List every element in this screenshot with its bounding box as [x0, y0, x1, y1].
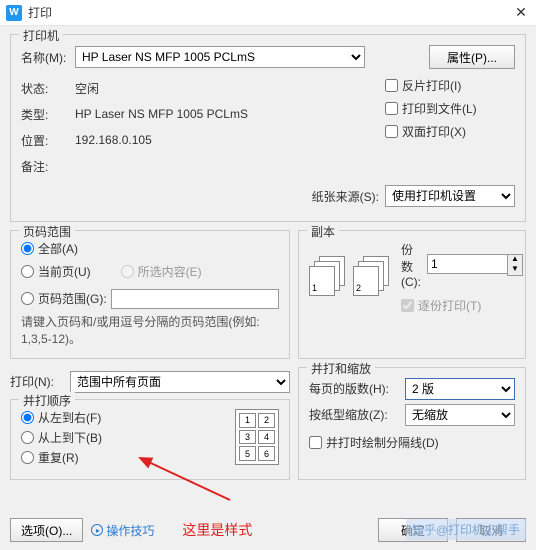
window-title: 打印: [28, 4, 512, 21]
copies-group: 副本 111 222 份数(C): ▲▼ 逐份打印(T): [298, 230, 526, 359]
printwhat-label: 打印(N):: [10, 373, 64, 390]
duplex-checkbox[interactable]: 双面打印(X): [385, 123, 515, 140]
tips-link[interactable]: 操作技巧: [91, 522, 154, 539]
range-group: 页码范围 全部(A) 当前页(U) 所选内容(E) 页码范围(G): 请键入页码…: [10, 230, 290, 359]
copies-label: 份数(C):: [401, 241, 421, 289]
zoom-group: 并打和缩放 每页的版数(H): 2 版 按纸型缩放(Z): 无缩放 并打时绘制分…: [298, 367, 526, 480]
properties-button[interactable]: 属性(P)...: [429, 45, 515, 69]
scale-label: 按纸型缩放(Z):: [309, 406, 399, 423]
type-label: 类型:: [21, 106, 75, 123]
printwhat-select[interactable]: 范围中所有页面: [70, 371, 290, 393]
scale-select[interactable]: 无缩放: [405, 404, 515, 426]
copies-input[interactable]: ▲▼: [427, 254, 523, 276]
mirror-checkbox[interactable]: 反片打印(I): [385, 77, 515, 94]
order-title: 并打顺序: [19, 392, 75, 409]
options-button[interactable]: 选项(O)...: [10, 518, 83, 542]
type-value: HP Laser NS MFP 1005 PCLmS: [75, 107, 248, 121]
where-label: 位置:: [21, 132, 75, 149]
name-label: 名称(M):: [21, 49, 75, 66]
tofile-checkbox[interactable]: 打印到文件(L): [385, 100, 515, 117]
watermark: 知乎@打印机小帮手: [406, 519, 526, 540]
range-title: 页码范围: [19, 223, 75, 240]
pps-select[interactable]: 2 版: [405, 378, 515, 400]
close-icon[interactable]: ✕: [512, 4, 530, 21]
pps-label: 每页的版数(H):: [309, 380, 399, 397]
range-all-radio[interactable]: 全部(A): [21, 240, 279, 257]
collate-checkbox: 逐份打印(T): [401, 297, 523, 314]
where-value: 192.168.0.105: [75, 133, 152, 147]
order-group: 并打顺序 从左到右(F) 从上到下(B) 重复(R) 12 34 56: [10, 399, 290, 480]
layout-preview-icon: 12 34 56: [235, 409, 279, 465]
printer-group-title: 打印机: [19, 27, 63, 44]
range-hint: 请键入页码和/或用逗号分隔的页码范围(例如: 1,3,5-12)。: [21, 314, 279, 348]
collate-icon: 111 222: [309, 256, 391, 296]
order-ttb-radio[interactable]: 从上到下(B): [21, 429, 102, 446]
sepline-checkbox[interactable]: 并打时绘制分隔线(D): [309, 434, 515, 451]
paper-source-select[interactable]: 使用打印机设置: [385, 185, 515, 207]
range-current-radio[interactable]: 当前页(U): [21, 263, 91, 280]
range-pages-input[interactable]: [111, 289, 279, 309]
copies-title: 副本: [307, 223, 339, 240]
play-icon: [91, 524, 103, 536]
range-pages-radio[interactable]: 页码范围(G):: [21, 290, 107, 307]
comment-label: 备注:: [21, 158, 75, 175]
zoom-title: 并打和缩放: [307, 360, 375, 377]
status-label: 状态:: [21, 80, 75, 97]
printer-select[interactable]: HP Laser NS MFP 1005 PCLmS: [75, 46, 365, 68]
status-value: 空闲: [75, 80, 99, 97]
annotation-text: 这里是样式: [182, 520, 252, 540]
spin-down-icon[interactable]: ▼: [508, 265, 522, 275]
printer-group: 打印机 名称(M): HP Laser NS MFP 1005 PCLmS 属性…: [10, 34, 526, 222]
range-selection-radio: 所选内容(E): [121, 263, 202, 280]
order-repeat-radio[interactable]: 重复(R): [21, 449, 102, 466]
order-ltr-radio[interactable]: 从左到右(F): [21, 409, 102, 426]
app-icon: W: [6, 5, 22, 21]
paper-source-label: 纸张来源(S):: [312, 188, 379, 205]
